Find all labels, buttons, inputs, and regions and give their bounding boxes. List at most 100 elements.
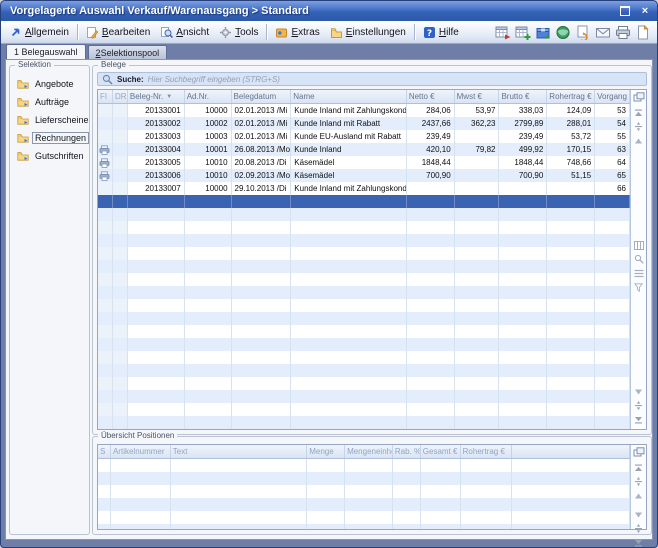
- list-icon[interactable]: [633, 269, 644, 278]
- scroll-page-up-icon[interactable]: [633, 122, 644, 131]
- sidebar-item-auftr-ge[interactable]: Aufträge: [10, 93, 89, 111]
- menu-tools[interactable]: Tools: [214, 21, 263, 43]
- column-header-brutto[interactable]: Brutto €: [499, 90, 547, 103]
- filter-icon[interactable]: [633, 283, 644, 292]
- column-header-rohertrag[interactable]: Rohertrag €: [547, 90, 595, 103]
- close-button[interactable]: ×: [637, 4, 653, 18]
- table-row[interactable]: 201330061001002.09.2013 /MoKäsemädel700,…: [98, 169, 630, 182]
- column-header-name[interactable]: Name: [291, 90, 407, 103]
- scroll-bottom-icon[interactable]: [633, 538, 644, 547]
- selected-row[interactable]: [98, 195, 630, 208]
- empty-row[interactable]: [98, 208, 630, 221]
- table-row[interactable]: 201330051001020.08.2013 /DiKäsemädel1848…: [98, 156, 630, 169]
- tab-1-belegauswahl[interactable]: 1 Belegauswahl: [6, 44, 86, 59]
- column-header-s[interactable]: S: [98, 445, 111, 458]
- menu-extras[interactable]: Extras: [270, 21, 324, 43]
- belege-table-body: 201330011000002.01.2013 /MiKunde Inland …: [98, 104, 630, 429]
- column-header-text[interactable]: Text: [171, 445, 307, 458]
- print-icon[interactable]: [614, 24, 631, 41]
- empty-row[interactable]: [98, 221, 630, 234]
- empty-row[interactable]: [98, 299, 630, 312]
- menu-bearbeiten[interactable]: Bearbeiten: [81, 21, 155, 43]
- column-header-beleg_nr[interactable]: Beleg-Nr.▼: [128, 90, 185, 103]
- column-header-mengeneinheit[interactable]: Mengeneinheit: [345, 445, 393, 458]
- column-header-dr[interactable]: DR: [113, 90, 128, 103]
- scroll-page-up-icon[interactable]: [633, 477, 644, 486]
- globe-icon[interactable]: [554, 24, 571, 41]
- sidebar-item-label: Rechnungen: [32, 132, 89, 144]
- table-row[interactable]: 201330011000002.01.2013 /MiKunde Inland …: [98, 104, 630, 117]
- package-icon[interactable]: [534, 24, 551, 41]
- empty-row[interactable]: [98, 364, 630, 377]
- empty-row[interactable]: [98, 351, 630, 364]
- sidebar-item-angebote[interactable]: Angebote: [10, 75, 89, 93]
- empty-row[interactable]: [98, 416, 630, 429]
- column-chooser-icon[interactable]: [633, 445, 645, 458]
- mail-icon[interactable]: [594, 24, 611, 41]
- column-header-gesamt-[interactable]: Gesamt €: [421, 445, 461, 458]
- table-row[interactable]: 201330071000029.10.2013 /DiKunde Inland …: [98, 182, 630, 195]
- scroll-down-icon[interactable]: [633, 387, 644, 396]
- empty-row[interactable]: [98, 390, 630, 403]
- empty-row[interactable]: [98, 524, 630, 529]
- empty-row[interactable]: [98, 286, 630, 299]
- sidebar-item-lieferscheine[interactable]: Lieferscheine: [10, 111, 89, 129]
- column-header-artikelnummer[interactable]: Artikelnummer: [111, 445, 171, 458]
- tab-2-selektionspool[interactable]: 2 Selektionspool: [88, 45, 168, 59]
- column-header-rohertrag-[interactable]: Rohertrag €: [461, 445, 513, 458]
- scroll-down-icon[interactable]: [633, 510, 644, 519]
- cell-fi: [98, 364, 113, 377]
- column-header-netto[interactable]: Netto €: [407, 90, 455, 103]
- column-header-mwst[interactable]: Mwst €: [455, 90, 500, 103]
- menu-einstellungen[interactable]: Einstellungen: [325, 21, 411, 43]
- table-add-icon[interactable]: [514, 24, 531, 41]
- empty-row[interactable]: [98, 325, 630, 338]
- column-header-fi[interactable]: FI: [98, 90, 113, 103]
- search-grid-icon[interactable]: [633, 255, 644, 264]
- scroll-up-icon[interactable]: [633, 136, 644, 145]
- menu-ansicht[interactable]: Ansicht: [155, 21, 214, 43]
- sidebar-item-rechnungen[interactable]: Rechnungen: [10, 129, 89, 147]
- cell-netto: [407, 312, 455, 325]
- empty-row[interactable]: [98, 459, 630, 472]
- column-header-vorgang[interactable]: Vorgang: [595, 90, 630, 103]
- scroll-top-icon[interactable]: [633, 463, 644, 472]
- empty-row[interactable]: [98, 260, 630, 273]
- empty-row[interactable]: [98, 234, 630, 247]
- column-header-ad_nr[interactable]: Ad.Nr.: [185, 90, 232, 103]
- empty-row[interactable]: [98, 485, 630, 498]
- empty-row[interactable]: [98, 377, 630, 390]
- cell-ad_nr: [185, 390, 232, 403]
- empty-row[interactable]: [98, 312, 630, 325]
- column-header-rab-[interactable]: Rab. %: [393, 445, 421, 458]
- empty-row[interactable]: [98, 498, 630, 511]
- sidebar-item-gutschriften[interactable]: Gutschriften: [10, 147, 89, 165]
- empty-row[interactable]: [98, 338, 630, 351]
- scroll-page-down-icon[interactable]: [633, 524, 644, 533]
- scroll-top-icon[interactable]: [633, 108, 644, 117]
- restore-button[interactable]: [617, 4, 633, 18]
- scroll-page-down-icon[interactable]: [633, 401, 644, 410]
- menu-hilfe[interactable]: ?Hilfe: [418, 21, 464, 43]
- new-document-icon[interactable]: [634, 24, 651, 41]
- table-row[interactable]: 201330041000126.08.2013 /MoKunde Inland4…: [98, 143, 630, 156]
- scroll-up-icon[interactable]: [633, 491, 644, 500]
- menu-allgemein[interactable]: Allgemein: [4, 21, 74, 43]
- cell-vorgang: [595, 299, 630, 312]
- empty-row[interactable]: [98, 247, 630, 260]
- table-row[interactable]: 201330031000302.01.2013 /MiKunde EU-Ausl…: [98, 130, 630, 143]
- column-chooser-icon[interactable]: [633, 90, 645, 103]
- columns-icon[interactable]: [633, 241, 644, 250]
- empty-row[interactable]: [98, 273, 630, 286]
- empty-row[interactable]: [98, 472, 630, 485]
- table-row[interactable]: 201330021000202.01.2013 /MiKunde Inland …: [98, 117, 630, 130]
- table-export-icon[interactable]: [494, 24, 511, 41]
- scroll-bottom-icon[interactable]: [633, 415, 644, 424]
- empty-row[interactable]: [98, 403, 630, 416]
- cell-fi: [98, 182, 113, 195]
- column-header-belegdatum[interactable]: Belegdatum: [232, 90, 292, 103]
- column-header-menge[interactable]: Menge: [307, 445, 345, 458]
- empty-row[interactable]: [98, 511, 630, 524]
- document-refresh-icon[interactable]: [574, 24, 591, 41]
- search-input[interactable]: [148, 74, 642, 84]
